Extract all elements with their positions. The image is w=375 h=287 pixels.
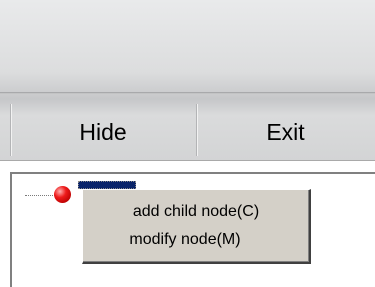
hide-button[interactable]: Hide — [10, 104, 196, 160]
red-ball-node-icon[interactable] — [54, 186, 71, 203]
tree-connector-line — [25, 195, 57, 196]
menu-item-modify-node[interactable]: modify node(M) — [83, 226, 309, 254]
exit-button[interactable]: Exit — [196, 104, 375, 160]
menu-item-add-child-node[interactable]: add child node(C) — [83, 198, 309, 226]
exit-button-label: Exit — [266, 118, 305, 145]
hide-button-label: Hide — [79, 118, 127, 145]
selected-node-label[interactable] — [78, 181, 136, 189]
context-menu: add child node(C) modify node(M) — [82, 189, 311, 264]
menu-item-label: modify node(M) — [129, 231, 241, 248]
menu-item-label: add child node(C) — [132, 203, 260, 220]
toolbar: Hide Exit — [0, 0, 375, 161]
